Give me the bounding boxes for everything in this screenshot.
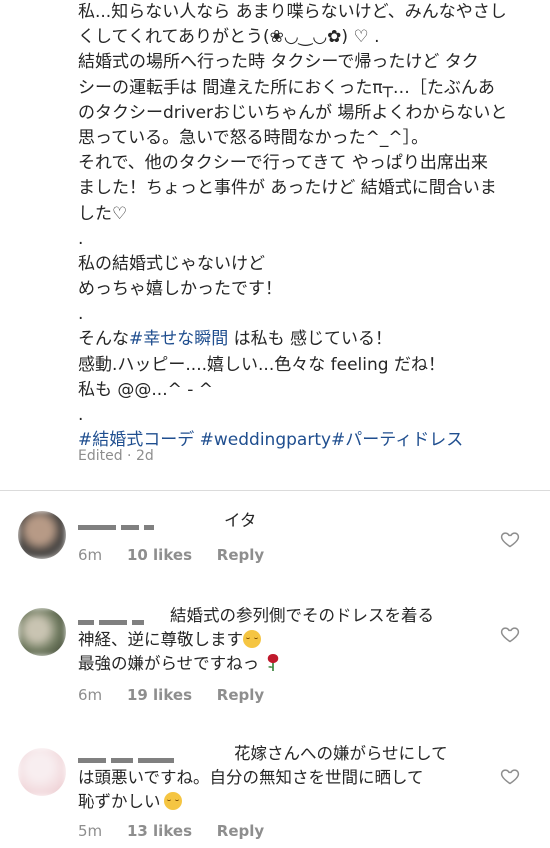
reply-button[interactable]: Reply (217, 546, 264, 564)
comment-text: 花嫁さんへの嫌がらせにして (234, 744, 448, 763)
caption-line: . (78, 405, 84, 425)
caption-line: シーの運転手は 間違えた所におくったπ┬…［たぶんあ (78, 77, 495, 98)
caption-line: くしてくれてありがとう(❀◡‿◡✿) ♡ . (78, 27, 380, 48)
smiling-face-emoji (243, 630, 261, 648)
avatar[interactable] (18, 748, 66, 796)
caption-line: 私も @@...^ - ^ (78, 379, 214, 400)
avatar[interactable] (18, 511, 66, 559)
divider (0, 490, 550, 491)
comment-text: イタ (224, 511, 257, 530)
caption-text: は私も 感じている！ (233, 329, 393, 350)
caption-line: した♡ (78, 203, 128, 224)
comment-item: 結婚式の参列側でそのドレスを着る 神経、逆に尊敬します 最強の嫌がらせですねっ … (0, 600, 550, 710)
caption-line: それで、他のタクシーで行ってきて やっぱり出席出来 (78, 153, 488, 174)
comment-body: イタ (78, 509, 488, 533)
comment-item: イタ 6m 10 likes Reply (0, 505, 550, 575)
heart-outline-icon[interactable] (500, 624, 520, 644)
comment-text: 神経、逆に尊敬します (78, 630, 243, 649)
caption-line: 私...知らない人なら あまり喋らないけど、みんなやさし (78, 2, 507, 22)
comment-time: 6m (78, 546, 103, 564)
caption-text: そんな (78, 329, 129, 350)
caption-line: 結婚式の場所へ行った時 タクシーで帰ったけど タク (78, 52, 479, 73)
username-redacted[interactable] (78, 748, 228, 763)
comment-body: 結婚式の参列側でそのドレスを着る 神経、逆に尊敬します 最強の嫌がらせですねっ (78, 604, 488, 676)
caption-line: . (78, 228, 84, 249)
smiling-face-emoji (163, 792, 182, 810)
comment-item: 花嫁さんへの嫌がらせにして は頭悪いですね。自分の無知さを世間に晒して 恥ずかし… (0, 742, 550, 848)
caption-line-hashtag: そんな#幸せな瞬間 は私も 感じている！ (78, 327, 538, 352)
caption-line: 思っている。急いで怒る時間なかった^_^］。 (78, 127, 429, 148)
comment-text: 結婚式の参列側でそのドレスを着る (170, 606, 434, 625)
comment-meta: 5m 13 likes Reply (78, 822, 284, 840)
comment-text: 恥ずかしい (78, 792, 161, 811)
likes-count[interactable]: 19 likes (127, 686, 192, 704)
caption-line: のタクシーdriverおじいちゃんが 場所よくわからないと (78, 102, 508, 123)
comment-text: は頭悪いですね。自分の無知さを世間に晒して (78, 768, 424, 787)
likes-count[interactable]: 13 likes (127, 822, 192, 840)
heart-outline-icon[interactable] (500, 529, 520, 549)
post-caption: 私...知らない人なら あまり喋らないけど、みんなやさし くしてくれてありがとう… (78, 0, 538, 453)
username-redacted[interactable] (78, 610, 164, 625)
comment-meta: 6m 19 likes Reply (78, 686, 284, 704)
hashtag-link[interactable]: #幸せな瞬間 (129, 329, 228, 349)
rose-emoji (268, 654, 279, 671)
username-redacted[interactable] (78, 515, 218, 530)
caption-line: めっちゃ嬉しかったです！ (78, 279, 282, 300)
caption-line: 私の結婚式じゃないけど (78, 253, 265, 274)
comment-text: 最強の嫌がらせですねっ (78, 654, 260, 673)
comment-body: 花嫁さんへの嫌がらせにして は頭悪いですね。自分の無知さを世間に晒して 恥ずかし… (78, 742, 488, 814)
caption-line: 感動.ハッピー....嬉しい...色々な feeling だね！ (78, 354, 445, 375)
comment-time: 6m (78, 686, 103, 704)
caption-line: ました！ちょっと事件が あったけど 結婚式に間合いま (78, 178, 497, 199)
avatar[interactable] (18, 608, 66, 656)
reply-button[interactable]: Reply (217, 686, 264, 704)
likes-count[interactable]: 10 likes (127, 546, 192, 564)
comment-time: 5m (78, 822, 103, 840)
edited-timestamp: Edited · 2d (78, 448, 154, 464)
heart-outline-icon[interactable] (500, 766, 520, 786)
comment-meta: 6m 10 likes Reply (78, 546, 284, 564)
caption-line: . (78, 304, 84, 325)
reply-button[interactable]: Reply (217, 822, 264, 840)
